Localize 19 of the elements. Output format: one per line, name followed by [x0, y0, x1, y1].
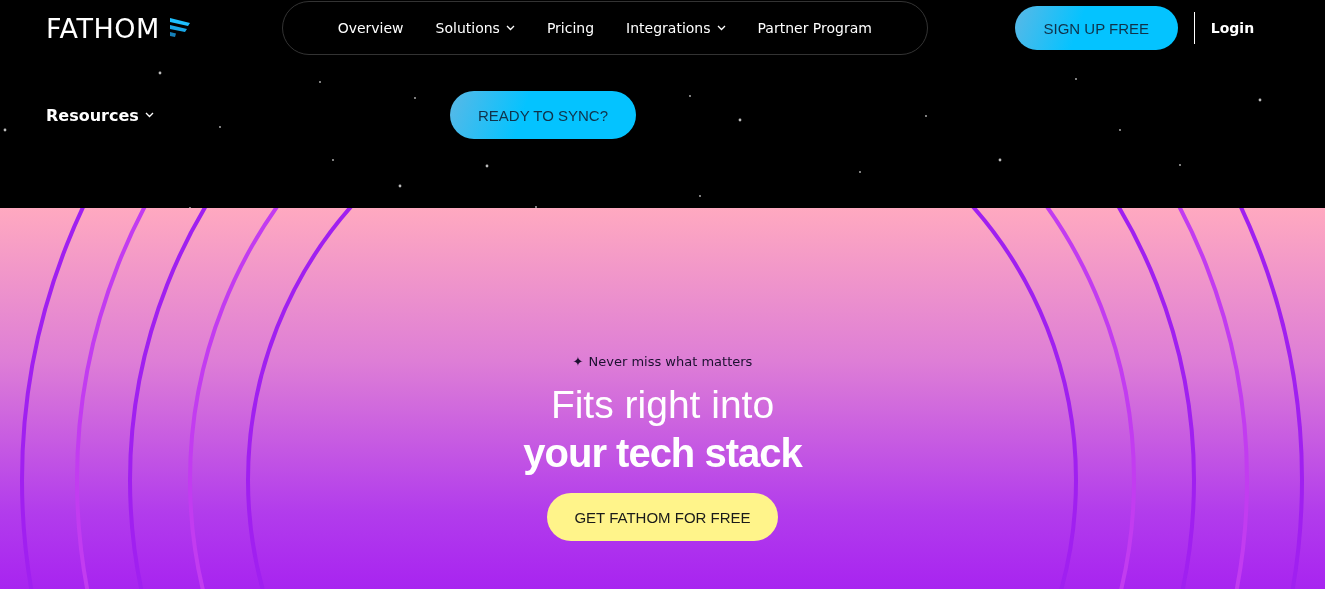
nav-link[interactable]: Solutions: [435, 20, 515, 36]
chevron-down-icon: [716, 25, 726, 31]
tagline: Never miss what matters: [588, 354, 753, 369]
chevron-down-icon: [505, 25, 515, 31]
logo-text: FATHOM: [46, 12, 160, 44]
logo-icon: [167, 17, 192, 39]
nav-link[interactable]: Partner Program: [757, 20, 872, 36]
sparkle-icon: ✦: [572, 354, 584, 369]
sign-up-button[interactable]: SIGN UP FREE: [1014, 6, 1178, 50]
ready-to-sync-button[interactable]: READY TO SYNC?: [450, 91, 636, 139]
heading: Fits right into: [550, 382, 775, 428]
nav-link[interactable]: Integrations: [626, 20, 726, 36]
nav-link[interactable]: Resources: [46, 105, 450, 125]
login-link[interactable]: Login: [1210, 20, 1255, 36]
nav-link[interactable]: Overview: [337, 20, 404, 36]
nav-link[interactable]: Pricing: [546, 20, 595, 36]
heading: your tech stack: [523, 430, 802, 477]
get-started-button[interactable]: GET FATHOM FOR FREE: [547, 493, 778, 541]
chevron-down-icon: [144, 112, 154, 118]
